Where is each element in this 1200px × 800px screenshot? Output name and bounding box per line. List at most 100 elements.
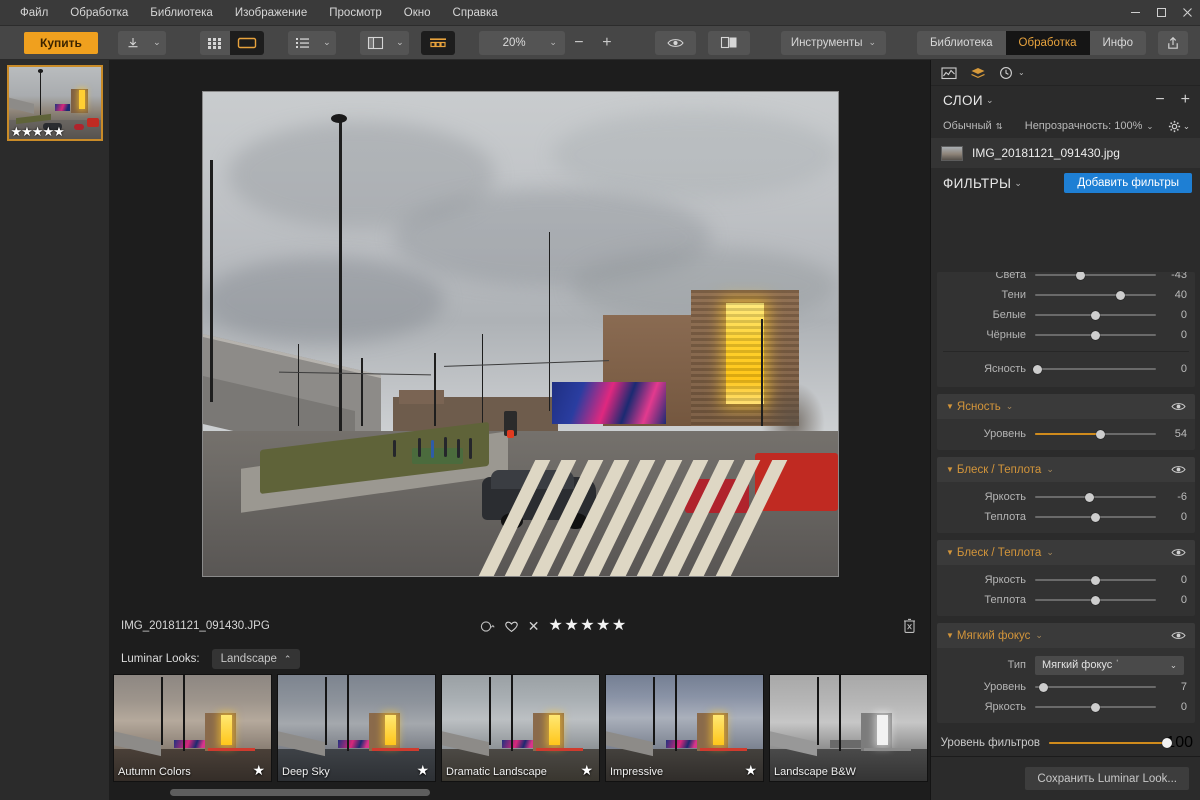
star-rating[interactable]: ★★★★★ — [549, 618, 628, 634]
slider-track[interactable] — [1035, 700, 1156, 714]
chevron-down-icon[interactable]: ⌄ — [1018, 68, 1025, 77]
slider-knob[interactable] — [1091, 596, 1100, 605]
current-photo-thumbnail[interactable]: ★★★★★ — [7, 65, 103, 141]
slider-track[interactable] — [1035, 510, 1156, 524]
triangle-down-icon[interactable]: ▼ — [946, 402, 954, 411]
reject-icon[interactable]: ✕ — [528, 618, 540, 635]
panel-caret-icon[interactable]: ⌄ — [391, 31, 409, 55]
opacity-select[interactable]: Непрозрачность: 100% ⌄ — [1025, 120, 1154, 132]
sort-list-icon[interactable] — [288, 31, 318, 55]
filter-level-row[interactable]: Уровень фильтров 100 — [931, 730, 1200, 756]
before-after-button[interactable] — [708, 31, 750, 55]
menu-item-develop[interactable]: Обработка — [59, 0, 139, 26]
filter-header[interactable]: ▼ Ясность ⌄ — [937, 394, 1195, 419]
grid-view-icon[interactable] — [200, 31, 230, 55]
trash-icon[interactable] — [902, 618, 917, 634]
star-icon[interactable]: ★ — [744, 762, 757, 779]
slider-track[interactable] — [1035, 288, 1156, 302]
menu-item-view[interactable]: Просмотр — [318, 0, 393, 26]
slider-track[interactable] — [1035, 490, 1156, 504]
maximize-icon[interactable] — [1148, 0, 1174, 26]
look-preset[interactable]: Deep Sky ★ — [277, 674, 436, 782]
zoom-out-button[interactable]: − — [565, 31, 593, 55]
share-button[interactable] — [1158, 31, 1188, 55]
chevron-down-icon[interactable]: ⌄ — [1046, 464, 1054, 475]
triangle-down-icon[interactable]: ▼ — [946, 465, 954, 474]
slider-row[interactable]: Яркость 0 — [937, 697, 1195, 717]
slider-track[interactable] — [1035, 680, 1156, 694]
blend-mode-select[interactable]: Обычный ⇅ — [943, 120, 1003, 132]
soft-focus-type-select[interactable]: Мягкий фокус ˈ ⌄ — [1035, 656, 1184, 675]
slider-row[interactable]: Теплота 0 — [937, 590, 1195, 610]
slider-row[interactable]: Тени 40 — [937, 285, 1195, 305]
remove-layer-button[interactable]: − — [1155, 93, 1164, 107]
slider-knob[interactable] — [1091, 576, 1100, 585]
heart-icon[interactable] — [504, 620, 519, 633]
star-icon[interactable]: ★ — [416, 762, 429, 779]
triangle-down-icon[interactable]: ▼ — [946, 631, 954, 640]
add-layer-button[interactable]: + — [1181, 93, 1190, 107]
slider-row[interactable]: Чёрные 0 — [937, 325, 1195, 345]
zoom-level-select[interactable]: 20% ⌄ — [479, 31, 565, 55]
slider-row[interactable]: Ясность 0 — [937, 359, 1195, 379]
filter-header[interactable]: ▼ Блеск / Теплота ⌄ — [937, 457, 1195, 482]
eye-icon[interactable] — [1171, 401, 1186, 412]
menu-item-file[interactable]: Файл — [9, 0, 59, 26]
look-preset[interactable]: Autumn Colors ★ — [113, 674, 272, 782]
close-icon[interactable] — [1174, 0, 1200, 26]
history-clock-icon[interactable] — [999, 66, 1014, 80]
eye-icon[interactable] — [1171, 547, 1186, 558]
slider-track[interactable] — [1035, 573, 1156, 587]
layer-row[interactable]: IMG_20181121_091430.jpg — [931, 138, 1200, 168]
tab-develop[interactable]: Обработка — [1006, 31, 1090, 55]
slider-track[interactable] — [1035, 272, 1156, 282]
slider-knob[interactable] — [1091, 331, 1100, 340]
filmstrip-icon[interactable] — [421, 31, 455, 55]
slider-track[interactable] — [1035, 362, 1156, 376]
eye-icon[interactable] — [1171, 630, 1186, 641]
slider-track[interactable] — [1035, 593, 1156, 607]
save-luminar-look-button[interactable]: Сохранить Luminar Look... — [1025, 767, 1189, 790]
slider-row[interactable]: Яркость -6 — [937, 487, 1195, 507]
buy-button[interactable]: Купить — [24, 32, 98, 54]
zoom-in-button[interactable]: + — [593, 31, 621, 55]
photo-canvas[interactable] — [110, 60, 930, 608]
slider-track[interactable] — [1035, 427, 1156, 441]
download-icon[interactable] — [118, 31, 148, 55]
color-label-icon[interactable] — [480, 620, 495, 633]
chevron-down-icon[interactable]: ⌄ — [1014, 178, 1022, 189]
slider-knob[interactable] — [1091, 311, 1100, 320]
minimize-icon[interactable] — [1122, 0, 1148, 26]
look-preset[interactable]: Impressive ★ — [605, 674, 764, 782]
slider-knob[interactable] — [1091, 703, 1100, 712]
eye-icon[interactable] — [1171, 464, 1186, 475]
looks-scrollbar-thumb[interactable] — [170, 789, 430, 796]
filters-scroll-area[interactable]: Света -43 Тени 40 — [931, 272, 1200, 780]
tab-library[interactable]: Библиотека — [917, 31, 1006, 55]
slider-row[interactable]: Белые 0 — [937, 305, 1195, 325]
menu-item-help[interactable]: Справка — [442, 0, 509, 26]
star-icon[interactable]: ★ — [252, 762, 265, 779]
slider-row[interactable]: Света -43 — [937, 272, 1195, 285]
slider-row[interactable]: Уровень 7 — [937, 677, 1195, 697]
single-image-icon[interactable] — [230, 31, 264, 55]
menu-item-library[interactable]: Библиотека — [139, 0, 224, 26]
export-caret-icon[interactable]: ⌄ — [148, 31, 166, 55]
slider-knob[interactable] — [1076, 272, 1085, 280]
slider-track[interactable] — [1049, 736, 1166, 750]
slider-track[interactable] — [1035, 328, 1156, 342]
slider-knob[interactable] — [1039, 683, 1048, 692]
layer-settings-button[interactable]: ⌄ — [1168, 120, 1190, 133]
look-preset[interactable]: Landscape B&W — [769, 674, 928, 782]
chevron-down-icon[interactable]: ⌄ — [1046, 547, 1054, 558]
star-icon[interactable]: ★ — [580, 762, 593, 779]
slider-knob[interactable] — [1033, 365, 1042, 374]
filter-header[interactable]: ▼ Блеск / Теплота ⌄ — [937, 540, 1195, 565]
looks-scrollbar[interactable] — [113, 788, 927, 797]
layers-stack-icon[interactable] — [970, 66, 986, 80]
triangle-down-icon[interactable]: ▼ — [946, 548, 954, 557]
looks-category-select[interactable]: Landscape ⌃ — [212, 649, 301, 669]
slider-knob[interactable] — [1162, 738, 1172, 748]
tools-dropdown[interactable]: Инструменты ⌄ — [781, 31, 886, 55]
sort-caret-icon[interactable]: ⌄ — [318, 31, 336, 55]
